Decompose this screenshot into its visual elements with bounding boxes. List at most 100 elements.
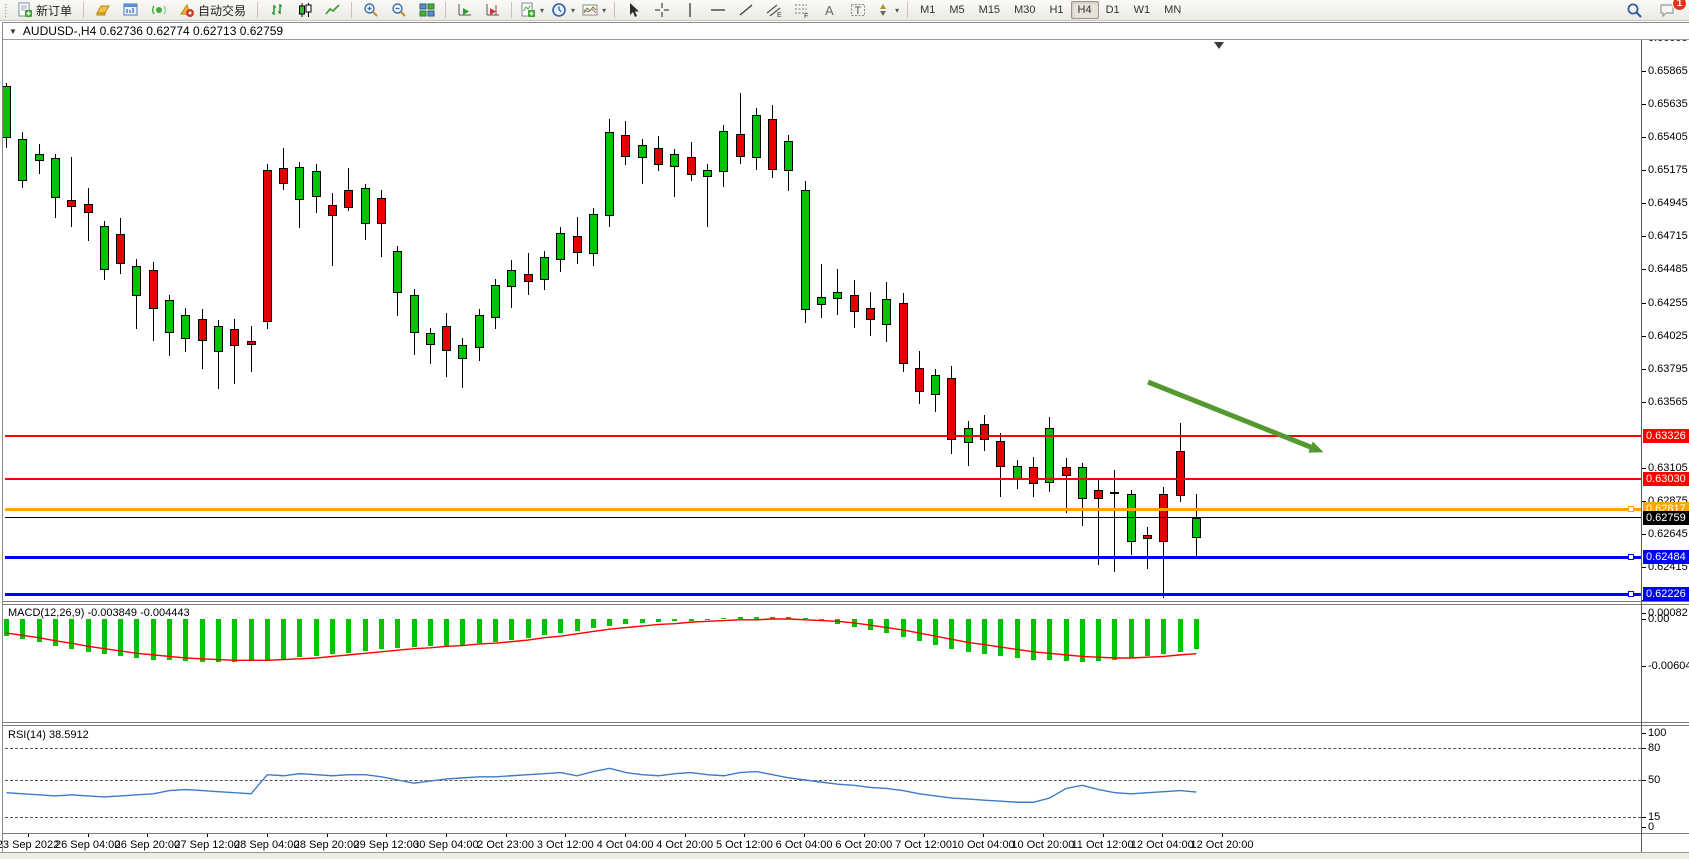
price-axis-tick — [1642, 269, 1646, 270]
search-button[interactable] — [1621, 0, 1648, 21]
chevron-down-icon: ▾ — [602, 6, 606, 15]
macd-histogram-bar — [151, 619, 156, 660]
macd-histogram-bar — [982, 619, 987, 654]
chart-title: AUDUSD-,H4 0.62736 0.62774 0.62713 0.627… — [23, 24, 283, 38]
chart-title-bar[interactable]: ▼ AUDUSD-,H4 0.62736 0.62774 0.62713 0.6… — [3, 22, 1689, 40]
candle-body — [295, 167, 304, 200]
macd-histogram-bar — [656, 619, 661, 622]
bar-chart-button[interactable] — [263, 0, 290, 21]
price-line-label: 0.62484 — [1643, 550, 1689, 564]
candle-body — [1143, 535, 1152, 539]
vertical-line-button[interactable] — [676, 0, 703, 21]
crosshair-button[interactable] — [648, 0, 675, 21]
timeframe-button-m5[interactable]: M5 — [942, 1, 971, 19]
auto-scroll-button[interactable] — [451, 0, 478, 21]
chart-shift-button[interactable] — [479, 0, 506, 21]
trendline-button[interactable] — [732, 0, 759, 21]
timeframe-button-m30[interactable]: M30 — [1007, 1, 1042, 19]
auto-trading-button[interactable]: 自动交易 — [173, 0, 252, 21]
new-order-button[interactable]: 新订单 — [11, 0, 78, 21]
line-drag-handle[interactable] — [1628, 554, 1634, 560]
horizontal-level-line[interactable] — [5, 508, 1641, 511]
svg-text:E: E — [777, 12, 782, 18]
tile-windows-button[interactable] — [413, 0, 440, 21]
horizontal-line-button[interactable] — [704, 0, 731, 21]
candle-body — [833, 292, 842, 299]
candle-body — [1062, 467, 1071, 476]
mt4-terminal: { "toolbar": { "new_order_label": "新订单",… — [0, 0, 1689, 859]
candle-body — [1029, 467, 1038, 484]
timeframe-button-m1[interactable]: M1 — [913, 1, 942, 19]
price-axis-tick-label: 0.64025 — [1648, 330, 1688, 342]
horizontal-level-line[interactable] — [5, 435, 1641, 437]
market-watch-icon — [123, 2, 139, 18]
candle-body — [817, 297, 826, 304]
candle-body — [475, 315, 484, 348]
price-axis-tick — [1642, 203, 1646, 204]
toolbar-separator — [83, 2, 84, 18]
horizontal-level-line[interactable] — [5, 556, 1641, 559]
timeframe-button-w1[interactable]: W1 — [1127, 1, 1158, 19]
signals-button[interactable] — [145, 0, 172, 21]
equidistant-channel-button[interactable]: E — [760, 0, 787, 21]
timeframe-button-h1[interactable]: H1 — [1042, 1, 1070, 19]
horizontal-level-line[interactable] — [5, 478, 1641, 480]
candle-body — [524, 274, 533, 281]
search-icon — [1626, 2, 1643, 19]
pane-splitter[interactable] — [3, 601, 1689, 605]
horizontal-level-line[interactable] — [5, 593, 1641, 596]
timeframe-button-m15[interactable]: M15 — [972, 1, 1007, 19]
pane-splitter[interactable] — [3, 722, 1689, 726]
new-order-label: 新订单 — [36, 2, 72, 19]
macd-histogram-bar — [1047, 619, 1052, 660]
notifications-button[interactable]: 1 — [1654, 0, 1681, 21]
zoom-in-button[interactable] — [357, 0, 384, 21]
candle-body — [491, 285, 500, 318]
chart-profile-button[interactable] — [89, 0, 116, 21]
zoom-out-button[interactable] — [385, 0, 412, 21]
indicators-icon — [520, 2, 536, 18]
line-drag-handle[interactable] — [1628, 591, 1634, 597]
window-bottom-edge — [0, 852, 1689, 859]
arrows-button[interactable]: ▾ — [872, 0, 902, 21]
price-axis-tick — [1642, 534, 1646, 535]
time-axis-tick — [446, 834, 447, 837]
candle-body — [393, 251, 402, 293]
timeframe-button-h4[interactable]: H4 — [1071, 1, 1099, 19]
toolbar-separator — [614, 2, 615, 18]
indicators-button[interactable]: ▾ — [517, 0, 547, 21]
line-chart-button[interactable] — [319, 0, 346, 21]
collapse-arrow-icon[interactable]: ▼ — [9, 27, 17, 36]
price-axis-border — [1641, 40, 1642, 852]
macd-histogram-bar — [901, 619, 906, 637]
text-button[interactable]: A — [816, 0, 843, 21]
candlestick-chart-button[interactable] — [291, 0, 318, 21]
macd-histogram-bar — [884, 619, 889, 633]
chart-shift-marker[interactable] — [1214, 42, 1224, 49]
time-axis-tick — [625, 834, 626, 837]
notification-badge: 1 — [1672, 0, 1687, 11]
candle-body — [328, 205, 337, 215]
text-label-button[interactable]: T — [844, 0, 871, 21]
candle-body — [1127, 494, 1136, 541]
line-drag-handle[interactable] — [1628, 506, 1634, 512]
templates-button[interactable]: ▾ — [579, 0, 609, 21]
auto-scroll-icon — [457, 2, 473, 18]
fibonacci-button[interactable]: F — [788, 0, 815, 21]
timeframe-button-mn[interactable]: MN — [1157, 1, 1188, 19]
horizontal-level-line[interactable] — [5, 517, 1641, 518]
macd-histogram-bar — [314, 619, 319, 656]
cursor-button[interactable] — [620, 0, 647, 21]
market-watch-button[interactable] — [117, 0, 144, 21]
timeframe-button-d1[interactable]: D1 — [1099, 1, 1127, 19]
candle-body — [687, 157, 696, 176]
price-axis-tick — [1642, 303, 1646, 304]
macd-histogram-bar — [738, 617, 743, 619]
chart-canvas[interactable]: 0.660950.658650.656350.654050.651750.649… — [0, 0, 1689, 859]
price-axis-tick-label: 0.65405 — [1648, 131, 1688, 143]
macd-histogram-bar — [1080, 619, 1085, 662]
toolbar-grip[interactable] — [4, 3, 8, 18]
periods-button[interactable]: ▾ — [548, 0, 578, 21]
zoom-out-icon — [391, 2, 407, 18]
macd-histogram-bar — [281, 619, 286, 659]
